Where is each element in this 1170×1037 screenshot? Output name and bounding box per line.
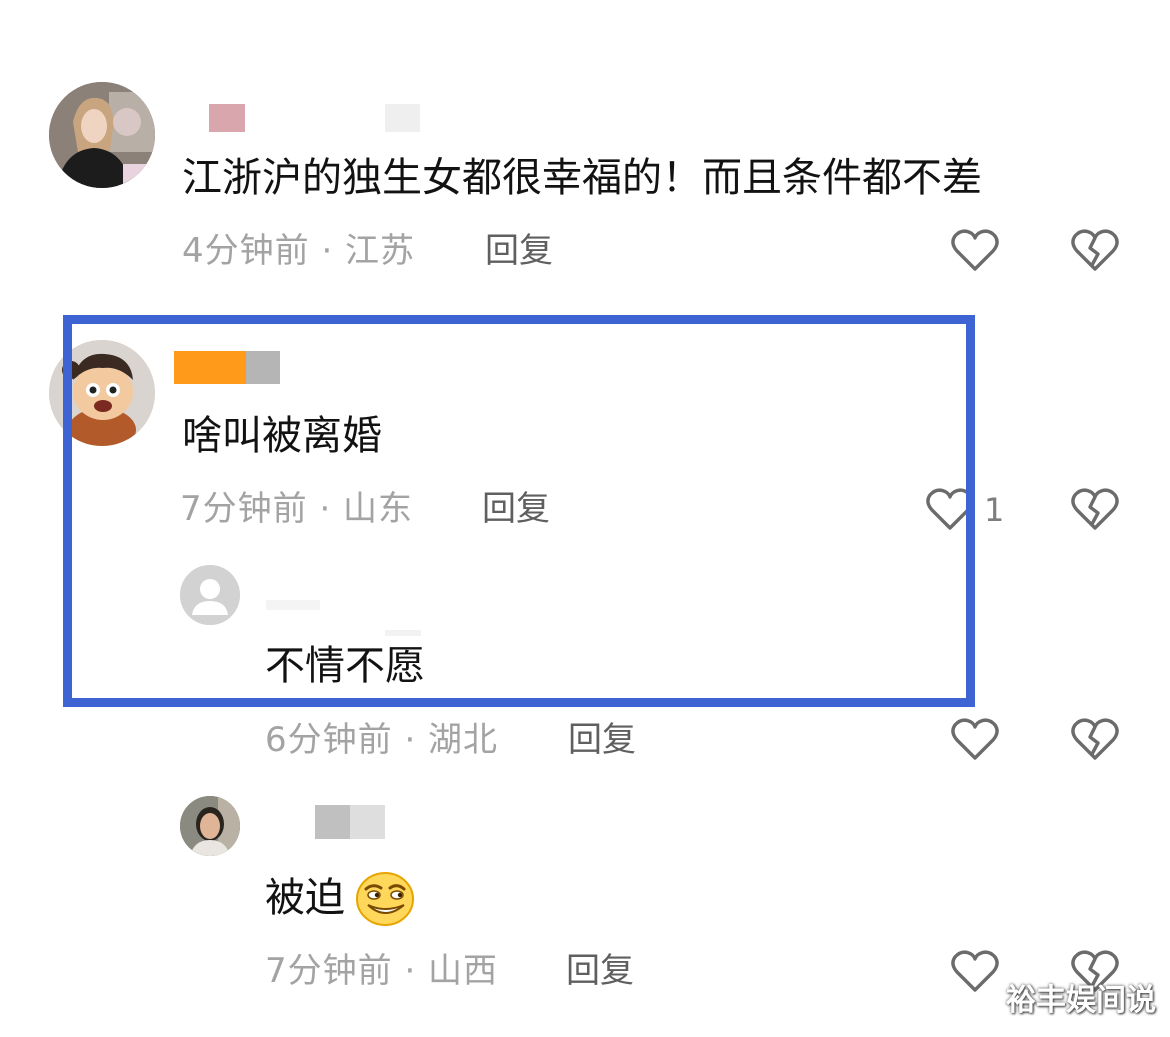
reply-button[interactable]: 回复 xyxy=(566,951,634,991)
watermark: 裕丰娱间说 xyxy=(1006,983,1156,1018)
reply-button[interactable]: 回复 xyxy=(485,231,553,271)
user-photo-icon xyxy=(49,82,155,188)
comment-meta: 7分钟前 · 山西 xyxy=(265,951,499,991)
avatar[interactable] xyxy=(180,796,240,856)
username-redacted xyxy=(385,104,420,132)
heart-outline-icon[interactable] xyxy=(950,227,1000,273)
user-photo-icon xyxy=(180,796,240,856)
comment-meta: 6分钟前 · 湖北 xyxy=(265,720,499,760)
username-redacted xyxy=(315,805,350,839)
heart-outline-icon[interactable] xyxy=(950,948,1000,994)
comment-meta: 4分钟前 · 江苏 xyxy=(182,231,416,271)
broken-heart-icon[interactable] xyxy=(1070,714,1120,764)
comment-text: 被迫 xyxy=(265,875,345,921)
smirk-emoji-icon xyxy=(356,872,414,926)
comment-text: 江浙沪的独生女都很幸福的！而且条件都不差 xyxy=(182,155,982,201)
heart-outline-icon[interactable] xyxy=(950,716,1000,762)
avatar[interactable] xyxy=(49,82,155,188)
reply-button[interactable]: 回复 xyxy=(568,720,636,760)
highlight-box xyxy=(63,315,975,707)
username-redacted xyxy=(209,104,245,132)
broken-heart-icon[interactable] xyxy=(1070,484,1120,534)
broken-heart-icon[interactable] xyxy=(1070,225,1120,275)
username-redacted xyxy=(350,805,385,839)
like-count: 1 xyxy=(984,491,1005,529)
